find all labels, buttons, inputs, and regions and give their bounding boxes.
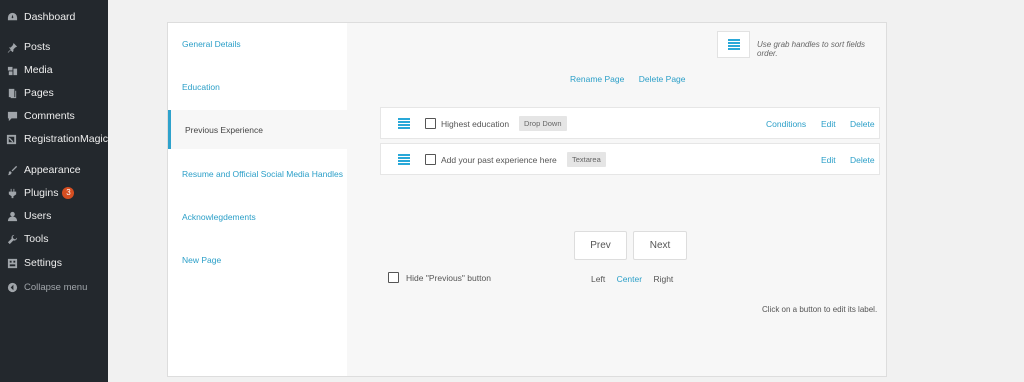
sort-handle-button[interactable] xyxy=(717,31,750,58)
align-center-option[interactable]: Center xyxy=(617,274,643,284)
field-edit-link[interactable]: Edit xyxy=(821,119,836,129)
page-fields-area: Use grab handles to sort fields order. R… xyxy=(347,23,886,376)
page-tab-previous-experience[interactable]: Previous Experience xyxy=(168,110,347,149)
rename-page-link[interactable]: Rename Page xyxy=(570,74,624,84)
field-type-badge: Drop Down xyxy=(519,116,567,131)
prev-button[interactable]: Prev xyxy=(574,231,627,260)
form-page-list: General Details Education Previous Exper… xyxy=(168,23,347,376)
menu-item-registrationmagic[interactable]: RegistrationMagic xyxy=(0,128,108,150)
hide-previous-checkbox[interactable] xyxy=(388,272,399,283)
menu-label: Plugins xyxy=(24,187,59,199)
collapse-arrow-icon xyxy=(6,281,18,293)
menu-label: Appearance xyxy=(24,164,81,176)
next-button[interactable]: Next xyxy=(633,231,687,260)
delete-page-link[interactable]: Delete Page xyxy=(639,74,686,84)
field-row: Add your past experience here Textarea E… xyxy=(380,143,880,175)
user-icon xyxy=(6,210,18,222)
align-left-option[interactable]: Left xyxy=(591,274,605,284)
page-tab-education[interactable]: Education xyxy=(168,67,347,106)
dashboard-icon xyxy=(6,11,18,23)
comment-icon xyxy=(6,110,18,122)
grab-handle-icon xyxy=(727,39,740,50)
settings-icon xyxy=(6,257,18,269)
media-icon xyxy=(6,64,18,76)
page-actions: Rename Page Delete Page xyxy=(570,74,698,84)
menu-item-users[interactable]: Users xyxy=(0,205,108,227)
menu-label: Comments xyxy=(24,110,75,122)
collapse-menu-button[interactable]: Collapse menu xyxy=(0,276,108,298)
field-delete-link[interactable]: Delete xyxy=(850,119,875,129)
menu-label: Posts xyxy=(24,41,51,53)
drag-handle-icon[interactable] xyxy=(398,154,410,165)
menu-label: Users xyxy=(24,210,52,222)
page-tab-new-page[interactable]: New Page xyxy=(168,240,347,279)
page-tab-general-details[interactable]: General Details xyxy=(168,24,347,63)
menu-item-appearance[interactable]: Appearance xyxy=(0,159,108,181)
drag-handle-icon[interactable] xyxy=(398,118,410,129)
field-delete-link[interactable]: Delete xyxy=(850,155,875,165)
menu-label: Media xyxy=(24,64,53,76)
page-tab-acknowledgements[interactable]: Acknowlegdements xyxy=(168,197,347,236)
update-count-badge: 3 xyxy=(62,187,75,199)
field-type-badge: Textarea xyxy=(567,152,606,167)
field-row: Highest education Drop Down Conditions E… xyxy=(380,107,880,139)
field-edit-link[interactable]: Edit xyxy=(821,155,836,165)
menu-item-pages[interactable]: Pages xyxy=(0,82,108,104)
hide-previous-label: Hide "Previous" button xyxy=(406,272,491,283)
field-select-checkbox[interactable] xyxy=(425,154,436,165)
button-alignment-options: Left Center Right xyxy=(591,274,682,284)
admin-sidebar: Dashboard Posts Media Pages Comments Reg… xyxy=(0,0,108,382)
menu-label: Tools xyxy=(24,233,49,245)
menu-label: Settings xyxy=(24,257,62,269)
hide-previous-option[interactable]: Hide "Previous" button xyxy=(388,272,491,283)
menu-item-plugins[interactable]: Plugins 3 xyxy=(0,182,108,204)
brush-icon xyxy=(6,164,18,176)
field-conditions-link[interactable]: Conditions xyxy=(766,119,806,129)
wrench-icon xyxy=(6,233,18,245)
field-label: Highest education xyxy=(441,119,510,129)
registrationmagic-icon xyxy=(6,133,18,145)
pin-icon xyxy=(6,41,18,53)
menu-item-settings[interactable]: Settings xyxy=(0,252,108,274)
page-tab-resume-social[interactable]: Resume and Official Social Media Handles xyxy=(168,154,347,193)
form-builder-panel: General Details Education Previous Exper… xyxy=(167,22,887,377)
edit-label-hint: Click on a button to edit its label. xyxy=(762,305,878,314)
plugin-icon xyxy=(6,187,18,199)
menu-label: Pages xyxy=(24,87,54,99)
menu-item-dashboard[interactable]: Dashboard xyxy=(0,6,108,28)
pages-icon xyxy=(6,87,18,99)
menu-item-media[interactable]: Media xyxy=(0,59,108,81)
menu-label: Dashboard xyxy=(24,11,76,23)
collapse-menu-label: Collapse menu xyxy=(24,281,88,293)
field-label: Add your past experience here xyxy=(441,155,557,165)
sort-hint-text: Use grab handles to sort fields order. xyxy=(757,40,866,58)
menu-item-comments[interactable]: Comments xyxy=(0,105,108,127)
menu-item-tools[interactable]: Tools xyxy=(0,228,108,250)
align-right-option[interactable]: Right xyxy=(653,274,673,284)
menu-label: RegistrationMagic xyxy=(23,133,108,145)
field-select-checkbox[interactable] xyxy=(425,118,436,129)
menu-item-posts[interactable]: Posts xyxy=(0,36,108,58)
